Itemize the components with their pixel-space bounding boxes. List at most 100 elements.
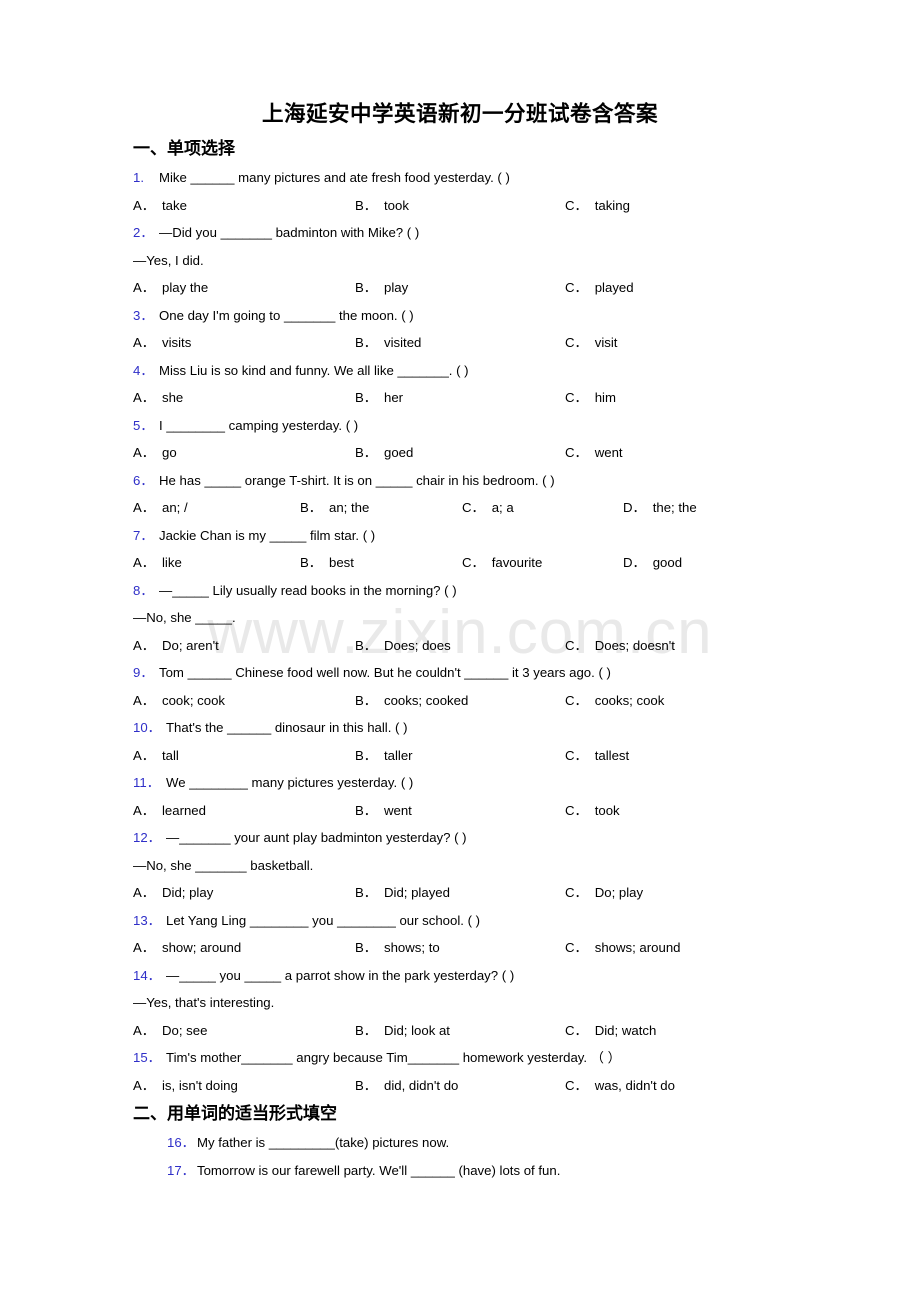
page-title: 上海延安中学英语新初一分班试卷含答案 [261, 102, 658, 127]
option-a[interactable]: A． she [133, 384, 183, 412]
option-a[interactable]: A． learned [133, 797, 206, 825]
option-text: took [594, 802, 620, 818]
option-c[interactable]: C． played [565, 274, 634, 302]
question-text: I ________ camping yesterday. ( ) [159, 417, 359, 433]
option-b[interactable]: B． play [355, 274, 408, 302]
option-a[interactable]: A． Do; aren't [133, 632, 219, 660]
option-c[interactable]: C． Do; play [565, 879, 643, 907]
option-d[interactable]: D． the; the [623, 494, 697, 522]
option-b[interactable]: B． goed [355, 439, 413, 467]
option-a[interactable]: A． Do; see [133, 1017, 207, 1045]
option-b[interactable]: B． her [355, 384, 403, 412]
option-c[interactable]: C． shows; around [565, 934, 681, 962]
option-text: Do; see [161, 1022, 208, 1038]
option-a[interactable]: A． visits [133, 329, 191, 357]
option-row: A． take B． took C． taking [0, 192, 920, 220]
option-a[interactable]: A． cook; cook [133, 687, 225, 715]
question-line: 7． Jackie Chan is my _____ film star. ( ) [0, 522, 920, 550]
option-row: A． an; / B． an; the C． a; a D． the; the [0, 494, 920, 522]
question-line: 10． That's the ______ dinosaur in this ha… [0, 714, 920, 742]
option-a[interactable]: A． is, isn't doing [133, 1072, 238, 1100]
fill-in-item: 16． My father is _________(take) pictures… [0, 1129, 920, 1157]
option-text: visited [383, 335, 422, 350]
question-number: 12． [133, 830, 161, 845]
option-b[interactable]: B． Did; played [355, 879, 450, 907]
option-c[interactable]: C． Does; doesn't [565, 632, 675, 660]
question-text: Mike ______ many pictures and ate fresh … [159, 170, 510, 185]
option-c[interactable]: C． cooks; cook [565, 687, 664, 715]
question-line: 13． Let Yang Ling ________ you ________ o… [0, 907, 920, 935]
option-b[interactable]: B． taller [355, 742, 413, 770]
option-b[interactable]: B． took [355, 192, 409, 220]
option-c[interactable]: C． visit [565, 329, 617, 357]
option-c[interactable]: C． went [565, 439, 623, 467]
option-a[interactable]: A． like [133, 549, 182, 577]
option-c[interactable]: C． was, didn't do [565, 1072, 675, 1100]
question-number: 2． [133, 225, 154, 240]
option-b[interactable]: B． went [355, 797, 412, 825]
question-line: 14． —_____ you _____ a parrot show in the… [0, 962, 920, 990]
question-text: —_____ Lily usually read books in the mo… [159, 582, 457, 598]
option-c[interactable]: C． Did; watch [565, 1017, 656, 1045]
question-text: Let Yang Ling ________ you ________ our … [166, 912, 481, 928]
option-text: learned [161, 802, 206, 818]
option-b[interactable]: B． visited [355, 329, 421, 357]
option-a[interactable]: A． tall [133, 742, 179, 770]
option-row: A． tall B． taller C． tallest [0, 742, 920, 770]
question-text: Tomorrow is our farewell party. We'll __… [197, 1163, 561, 1178]
option-a[interactable]: A． go [133, 439, 177, 467]
option-b[interactable]: B． cooks; cooked [355, 687, 468, 715]
option-text: taller [383, 747, 413, 763]
option-text: Does; doesn't [594, 637, 675, 653]
question-text: —_______ your aunt play badminton yester… [166, 830, 467, 845]
option-b[interactable]: B． Did; look at [355, 1017, 450, 1045]
question-text: My father is _________(take) pictures no… [197, 1135, 450, 1150]
option-text: good [652, 555, 683, 570]
option-text: show; around [161, 940, 242, 955]
option-b[interactable]: B． best [300, 549, 354, 577]
question-text: —_____ you _____ a parrot show in the pa… [166, 967, 515, 983]
option-text: visits [161, 335, 192, 350]
option-text: Did; play [161, 885, 214, 900]
option-text: Does; does [383, 637, 451, 653]
section-heading-1: 一、单项选择 [133, 139, 235, 159]
question-number: 10． [133, 720, 161, 735]
option-c[interactable]: C． favourite [462, 549, 542, 577]
option-c[interactable]: C． taking [565, 192, 630, 220]
option-text: an; the [328, 500, 370, 515]
option-b[interactable]: B． did, didn't do [355, 1072, 458, 1100]
question-continuation: —No, she _____. [133, 610, 236, 625]
question-number: 6． [133, 472, 154, 488]
section-heading-2: 二、用单词的适当形式填空 [133, 1104, 337, 1124]
option-b[interactable]: B． Does; does [355, 632, 451, 660]
option-text: she [161, 390, 184, 405]
question-number: 8． [133, 582, 154, 598]
option-text: an; / [161, 500, 188, 515]
option-a[interactable]: A． play the [133, 274, 208, 302]
option-text: taking [594, 197, 630, 213]
option-b[interactable]: B． shows; to [355, 934, 440, 962]
option-a[interactable]: A． show; around [133, 934, 241, 962]
option-c[interactable]: C． a; a [462, 494, 514, 522]
option-text: played [594, 280, 634, 295]
option-text: tall [161, 747, 179, 763]
option-a[interactable]: A． take [133, 192, 187, 220]
option-text: favourite [491, 555, 543, 570]
option-b[interactable]: B． an; the [300, 494, 369, 522]
option-row: A． Did; play B． Did; played C． Do; play [0, 879, 920, 907]
question-line: 8． —_____ Lily usually read books in the … [0, 577, 920, 605]
option-text: was, didn't do [594, 1077, 675, 1093]
option-c[interactable]: C． tallest [565, 742, 629, 770]
question-line: 6． He has _____ orange T-shirt. It is on … [0, 467, 920, 495]
option-c[interactable]: C． him [565, 384, 616, 412]
question-line: 4． Miss Liu is so kind and funny. We all … [0, 357, 920, 385]
question-text: Tim's mother_______ angry because Tim___… [166, 1050, 621, 1065]
option-a[interactable]: A． Did; play [133, 879, 213, 907]
option-a[interactable]: A． an; / [133, 494, 188, 522]
option-d[interactable]: D． good [623, 549, 682, 577]
option-row: A． learned B． went C． took [0, 797, 920, 825]
option-c[interactable]: C． took [565, 797, 620, 825]
question-line: 11． We ________ many pictures yesterday. … [0, 769, 920, 797]
option-row: A． Do; see B． Did; look at C． Did; watch [0, 1017, 920, 1045]
question-line: 9． Tom ______ Chinese food well now. But … [0, 659, 920, 687]
